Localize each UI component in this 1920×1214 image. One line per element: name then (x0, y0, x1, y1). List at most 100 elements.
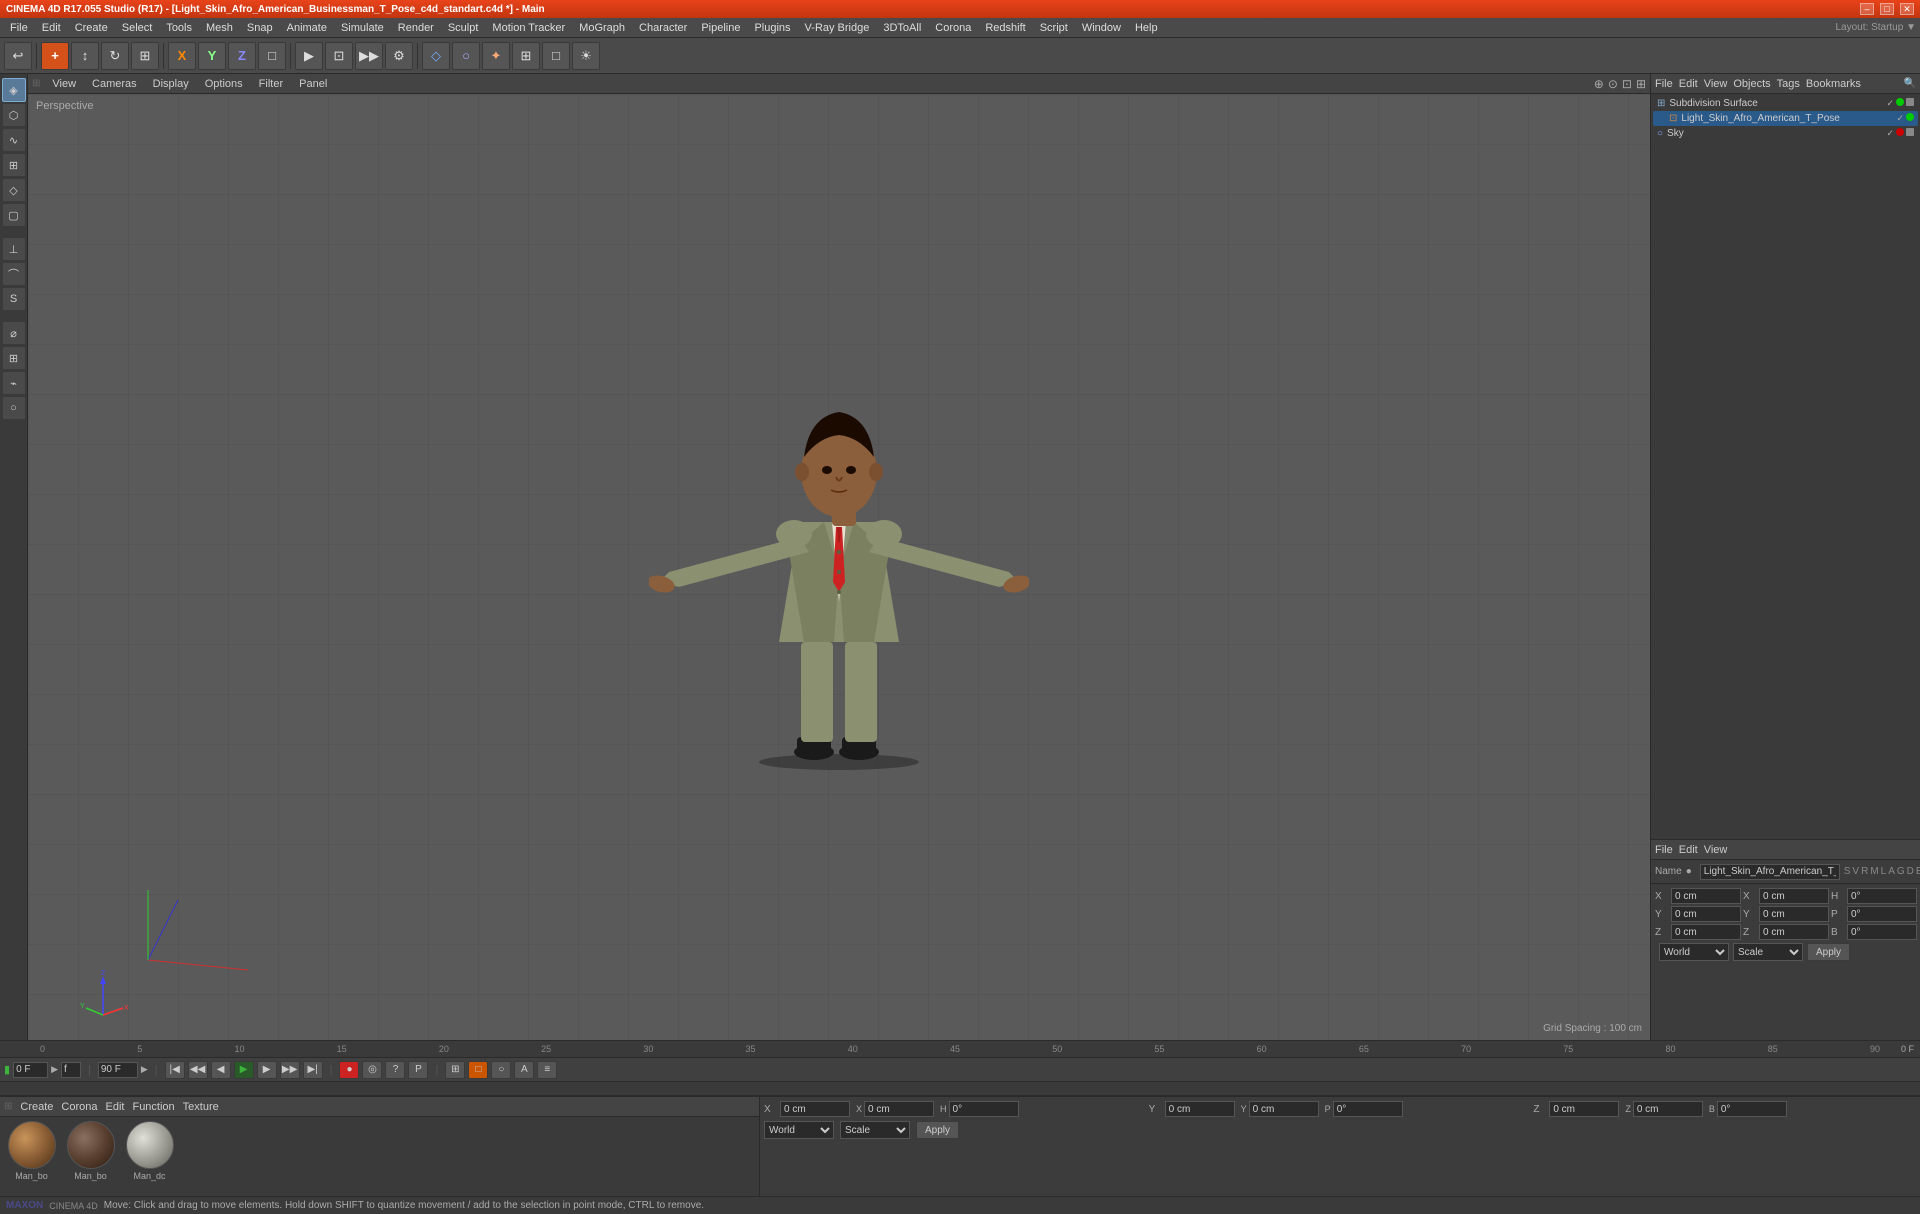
material-item-1[interactable]: Man_bo (63, 1121, 118, 1192)
bottom-y-input[interactable] (1165, 1101, 1235, 1117)
menu-pipeline[interactable]: Pipeline (695, 20, 746, 36)
bottom-p-input[interactable] (1333, 1101, 1403, 1117)
bottom-z-input[interactable] (1549, 1101, 1619, 1117)
render-active[interactable]: ▶▶ (355, 42, 383, 70)
subdivision-visibility[interactable] (1896, 98, 1904, 106)
tool-extra[interactable]: ○ (2, 396, 26, 420)
grid-icon[interactable]: ⊞ (512, 42, 540, 70)
camera-icon[interactable]: □ (542, 42, 570, 70)
right-edit-menu[interactable]: Edit (1679, 78, 1698, 90)
maximize-button[interactable]: □ (1880, 3, 1894, 15)
menu-edit[interactable]: Edit (36, 20, 67, 36)
menu-motion-tracker[interactable]: Motion Tracker (486, 20, 571, 36)
world-mode[interactable]: Z (228, 42, 256, 70)
menu-vray[interactable]: V-Ray Bridge (799, 20, 876, 36)
bottom-scale-dropdown[interactable]: Scale (840, 1121, 910, 1139)
viewport-icon-2[interactable]: ⊙ (1608, 77, 1618, 91)
render-region[interactable]: ⊡ (325, 42, 353, 70)
right-view-menu[interactable]: View (1704, 78, 1728, 90)
mat-edit-menu[interactable]: Edit (106, 1101, 125, 1113)
tool-paint[interactable]: S (2, 287, 26, 311)
viewport-icon-1[interactable]: ⊕ (1594, 77, 1604, 91)
move-tool[interactable]: ↕ (71, 42, 99, 70)
bottom-apply-button[interactable]: Apply (916, 1121, 959, 1139)
title-bar-controls[interactable]: – □ ✕ (1860, 3, 1914, 15)
tool-polygon[interactable]: ⬡ (2, 103, 26, 127)
bottom-x-input[interactable] (780, 1101, 850, 1117)
frame-sub-input[interactable] (61, 1062, 81, 1078)
playback-extra[interactable]: ≡ (537, 1061, 557, 1079)
bottom-rx-input[interactable] (864, 1101, 934, 1117)
menu-snap[interactable]: Snap (241, 20, 279, 36)
menu-mesh[interactable]: Mesh (200, 20, 239, 36)
render-picture[interactable]: ▶ (295, 42, 323, 70)
minimize-button[interactable]: – (1860, 3, 1874, 15)
model-visibility[interactable] (1906, 113, 1914, 121)
object-item-sky[interactable]: ○ Sky ✓ (1653, 126, 1918, 141)
mat-texture-menu[interactable]: Texture (183, 1101, 219, 1113)
tool-deformer[interactable]: ◇ (2, 178, 26, 202)
menu-mograph[interactable]: MoGraph (573, 20, 631, 36)
coord-b-input[interactable] (1847, 924, 1917, 940)
undo-button[interactable]: ↩ (4, 42, 32, 70)
frame-end-input[interactable] (98, 1062, 138, 1078)
material-item-0[interactable]: Man_bo (4, 1121, 59, 1192)
tool-spline[interactable]: ∿ (2, 128, 26, 152)
close-button[interactable]: ✕ (1900, 3, 1914, 15)
world-dropdown[interactable]: World (1659, 943, 1729, 961)
viewport-menu-panel[interactable]: Panel (295, 76, 331, 92)
tool-line[interactable]: ⊥ (2, 237, 26, 261)
right-objects-menu[interactable]: Objects (1733, 78, 1770, 90)
play-to-end[interactable]: ▶| (303, 1061, 323, 1079)
key-info[interactable]: ? (385, 1061, 405, 1079)
coord-p-input[interactable] (1847, 906, 1917, 922)
coord-rz-input[interactable] (1759, 924, 1829, 940)
name-input-field[interactable] (1700, 864, 1840, 880)
play-button[interactable]: ▶ (234, 1061, 254, 1079)
object-item-subdivision[interactable]: ⊞ Subdivision Surface ✓ (1653, 96, 1918, 111)
object-item-model[interactable]: ⊡ Light_Skin_Afro_American_T_Pose ✓ (1653, 111, 1918, 126)
scale-tool[interactable]: ⊞ (131, 42, 159, 70)
bottom-h-input[interactable] (949, 1101, 1019, 1117)
bottom-ry-input[interactable] (1249, 1101, 1319, 1117)
menu-create[interactable]: Create (69, 20, 114, 36)
bottom-world-dropdown[interactable]: World (764, 1121, 834, 1139)
tool-nurbs[interactable]: ⊞ (2, 153, 26, 177)
frame-current-input[interactable] (13, 1062, 48, 1078)
subdivision-lock[interactable] (1906, 98, 1914, 106)
menu-script[interactable]: Script (1034, 20, 1074, 36)
autokey-pos[interactable]: A (514, 1061, 534, 1079)
coord-z-input[interactable] (1671, 924, 1741, 940)
objects-icon[interactable]: ◇ (422, 42, 450, 70)
menu-animate[interactable]: Animate (281, 20, 333, 36)
play-prev-key[interactable]: ◀◀ (188, 1061, 208, 1079)
play-options[interactable]: P (408, 1061, 428, 1079)
attr-file-menu[interactable]: File (1655, 844, 1673, 856)
menu-select[interactable]: Select (116, 20, 159, 36)
play-to-start[interactable]: |◀ (165, 1061, 185, 1079)
tool-brush[interactable]: ⌒ (2, 262, 26, 286)
coord-ry-input[interactable] (1759, 906, 1829, 922)
right-tags-menu[interactable]: Tags (1777, 78, 1800, 90)
viewport-icon-fullscreen[interactable]: ⊞ (1636, 77, 1646, 91)
viewport-menu-filter[interactable]: Filter (255, 76, 287, 92)
menu-3dtoall[interactable]: 3DToAll (877, 20, 927, 36)
bottom-b-input[interactable] (1717, 1101, 1787, 1117)
tool-grid[interactable]: ⊞ (2, 346, 26, 370)
keyframe-orange[interactable]: □ (468, 1061, 488, 1079)
viewport-menu-cameras[interactable]: Cameras (88, 76, 141, 92)
right-file-menu[interactable]: File (1655, 78, 1673, 90)
rotate-tool[interactable]: ↻ (101, 42, 129, 70)
viewport-menu-options[interactable]: Options (201, 76, 247, 92)
add-keyframe[interactable]: ⊞ (445, 1061, 465, 1079)
model-check[interactable]: ✓ (1896, 113, 1904, 124)
mat-corona-menu[interactable]: Corona (61, 1101, 97, 1113)
menu-corona[interactable]: Corona (929, 20, 977, 36)
attr-view-menu[interactable]: View (1704, 844, 1728, 856)
coord-rx-input[interactable] (1759, 888, 1829, 904)
play-next[interactable]: ▶ (257, 1061, 277, 1079)
keyframe-round[interactable]: ○ (491, 1061, 511, 1079)
edit-mode[interactable]: □ (258, 42, 286, 70)
object-mode[interactable]: Y (198, 42, 226, 70)
viewport-menu-view[interactable]: View (48, 76, 80, 92)
